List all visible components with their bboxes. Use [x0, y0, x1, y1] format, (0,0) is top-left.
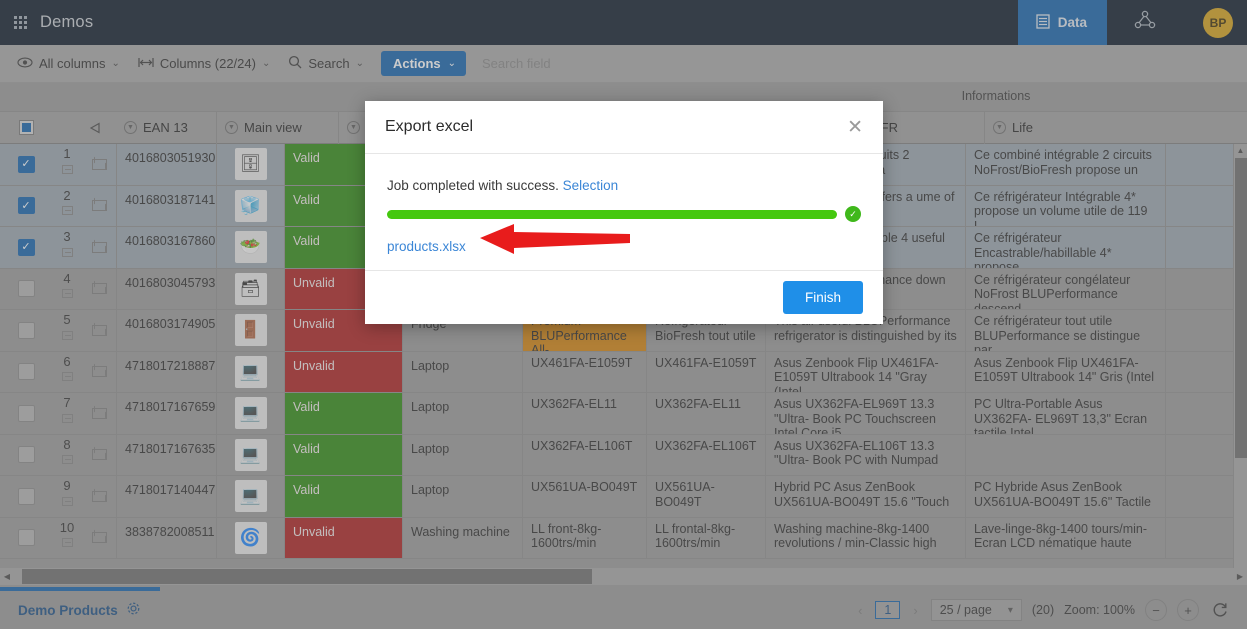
dialog-header: Export excel ✕	[365, 101, 883, 154]
dialog-footer: Finish	[365, 271, 883, 324]
progress-bar	[387, 210, 837, 219]
close-icon[interactable]: ✕	[847, 118, 863, 137]
exported-file-link[interactable]: products.xlsx	[387, 239, 466, 254]
selection-link[interactable]: Selection	[563, 178, 619, 193]
export-excel-dialog: Export excel ✕ Job completed with succes…	[365, 101, 883, 324]
check-circle-icon: ✓	[845, 206, 861, 222]
progress-row: ✓	[387, 206, 861, 222]
job-status-line: Job completed with success. Selection	[387, 178, 861, 193]
finish-button[interactable]: Finish	[783, 281, 863, 314]
job-status-text: Job completed with success.	[387, 178, 559, 193]
app-window: Demos Data BP All columns ⌄	[0, 0, 1247, 629]
red-arrow-pointing-left	[480, 224, 630, 256]
dialog-title: Export excel	[385, 118, 473, 136]
